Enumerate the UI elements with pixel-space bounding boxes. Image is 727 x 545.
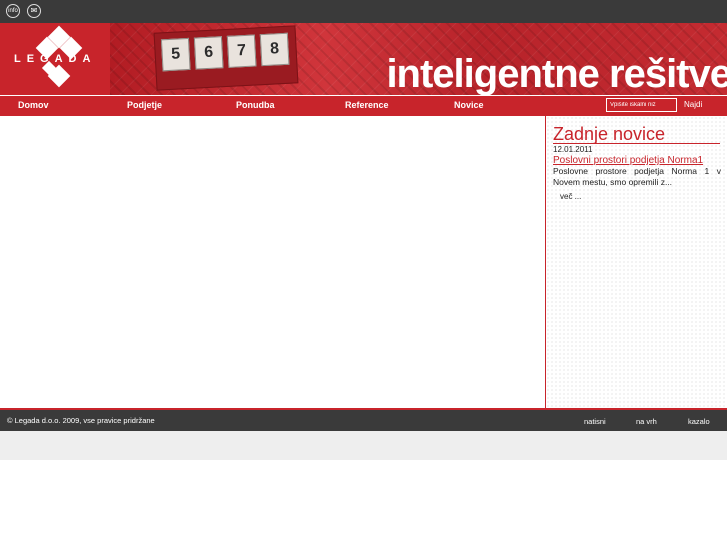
read-more-link[interactable]: več ...: [560, 192, 581, 201]
keypad-key: 8: [259, 32, 290, 67]
info-icon[interactable]: info: [6, 4, 20, 18]
nav-item-podjetje[interactable]: Podjetje: [127, 100, 162, 110]
top-bar: info ✉: [0, 0, 727, 23]
print-link[interactable]: natisni: [584, 417, 606, 426]
nav-item-domov[interactable]: Domov: [18, 100, 49, 110]
main-nav: Domov Podjetje Ponudba Reference Novice …: [0, 95, 727, 116]
news-date: 12.01.2011: [553, 145, 593, 154]
search-button[interactable]: Najdi: [684, 100, 702, 109]
nav-item-ponudba[interactable]: Ponudba: [236, 100, 275, 110]
header-banner: 5 6 7 8 LEGADA inteligentne rešitve: [0, 23, 727, 95]
news-headline-link[interactable]: Poslovni prostori podjetja Norma1: [553, 155, 703, 166]
logo-text: LEGADA: [14, 53, 97, 65]
page-bottom-band: [0, 431, 727, 460]
back-to-top-link[interactable]: na vrh: [636, 417, 657, 426]
main-content: [0, 116, 545, 408]
footer: © Legada d.o.o. 2009, vse pravice pridrž…: [0, 410, 727, 431]
keypad-image: 5 6 7 8: [153, 25, 299, 91]
tagline: inteligentne rešitve: [386, 52, 727, 95]
mail-icon[interactable]: ✉: [27, 4, 41, 18]
search-input[interactable]: [606, 98, 677, 112]
nav-item-reference[interactable]: Reference: [345, 100, 389, 110]
copyright: © Legada d.o.o. 2009, vse pravice pridrž…: [7, 416, 155, 425]
keypad-key: 5: [160, 37, 191, 72]
logo[interactable]: LEGADA: [0, 23, 110, 95]
nav-item-novice[interactable]: Novice: [454, 100, 484, 110]
keypad-key: 6: [193, 36, 224, 70]
news-title: Zadnje novice: [553, 124, 666, 144]
news-excerpt: Poslovne prostore podjetja Norma 1 v Nov…: [553, 166, 721, 187]
divider: [553, 143, 720, 144]
news-sidebar: Zadnje novice 12.01.2011 Poslovni prosto…: [545, 116, 727, 408]
sitemap-link[interactable]: kazalo: [688, 417, 710, 426]
keypad-key: 7: [226, 34, 257, 68]
